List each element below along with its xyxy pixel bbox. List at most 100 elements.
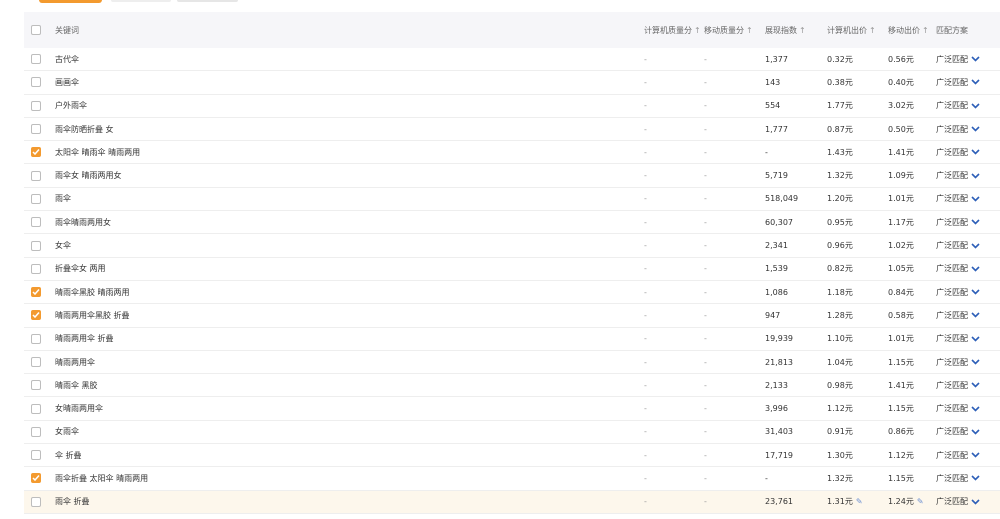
match-dropdown[interactable]: 广泛匹配 <box>936 188 980 210</box>
match-label: 广泛匹配 <box>936 77 968 87</box>
row-checkbox[interactable] <box>31 147 41 158</box>
match-label: 广泛匹配 <box>936 54 968 64</box>
match-dropdown[interactable]: 广泛匹配 <box>936 328 980 350</box>
match-dropdown[interactable]: 广泛匹配 <box>936 304 980 326</box>
match-dropdown[interactable]: 广泛匹配 <box>936 491 980 513</box>
pencil-icon[interactable]: ✎ <box>917 497 924 506</box>
arrow-up-icon[interactable]: ↑ <box>746 26 753 35</box>
header-mobile-bid[interactable]: 移动出价 ↑ <box>888 12 929 48</box>
select-all-checkbox[interactable] <box>31 25 41 35</box>
chevron-down-icon[interactable] <box>971 79 980 86</box>
match-dropdown[interactable]: 广泛匹配 <box>936 48 980 70</box>
keyword-cell: 雨伞 折叠 <box>55 497 90 507</box>
chevron-down-icon[interactable] <box>971 475 980 482</box>
keyword-cell: 雨伞防晒折叠 女 <box>55 124 114 134</box>
match-dropdown[interactable]: 广泛匹配 <box>936 397 980 419</box>
pc-bid-value: 1.32元 <box>827 171 853 181</box>
chevron-down-icon[interactable] <box>971 382 980 388</box>
mobile-quality-cell: - <box>704 310 707 320</box>
match-dropdown[interactable]: 广泛匹配 <box>936 444 980 466</box>
match-dropdown[interactable]: 广泛匹配 <box>936 164 980 186</box>
row-checkbox[interactable] <box>31 403 41 414</box>
header-keyword: 关键词 <box>55 25 79 35</box>
row-checkbox[interactable] <box>31 496 41 507</box>
chevron-down-icon[interactable] <box>971 126 980 132</box>
table-row: 晴雨两用伞 折叠 - - 19,939 1.10元 1.01元 广泛匹配 <box>24 328 1000 351</box>
pencil-icon[interactable]: ✎ <box>856 497 863 506</box>
row-checkbox[interactable] <box>31 450 41 461</box>
mobile-bid-cell: 0.84元 <box>888 281 914 303</box>
chevron-down-icon[interactable] <box>971 406 980 412</box>
chevron-down-icon[interactable] <box>971 499 980 505</box>
chevron-down-icon[interactable] <box>971 289 980 295</box>
chevron-down-icon[interactable] <box>971 266 980 272</box>
row-checkbox[interactable] <box>31 263 41 274</box>
chevron-down-icon[interactable] <box>971 196 980 202</box>
match-dropdown[interactable]: 广泛匹配 <box>936 374 980 396</box>
match-dropdown[interactable]: 广泛匹配 <box>936 234 980 256</box>
mobile-quality-cell: - <box>704 380 707 390</box>
pc-quality-cell: - <box>644 473 647 483</box>
impressions-cell: 60,307 <box>765 217 793 227</box>
mobile-bid-cell: 1.17元 <box>888 211 914 233</box>
chevron-down-icon[interactable] <box>971 359 980 365</box>
row-checkbox[interactable] <box>31 170 41 181</box>
mobile-bid-cell[interactable]: 1.24元 ✎ <box>888 491 924 513</box>
header-pc-bid[interactable]: 计算机出价 ↑ <box>827 12 876 48</box>
row-checkbox[interactable] <box>31 310 41 321</box>
chevron-down-icon[interactable] <box>971 312 980 319</box>
arrow-up-icon[interactable]: ↑ <box>922 26 929 35</box>
arrow-up-icon[interactable]: ↑ <box>869 26 876 35</box>
row-checkbox[interactable] <box>31 333 41 344</box>
impressions-cell: 21,813 <box>765 357 793 367</box>
header-mobile-quality[interactable]: 移动质量分 ↑ <box>704 12 753 48</box>
match-dropdown[interactable]: 广泛匹配 <box>936 281 980 303</box>
row-checkbox[interactable] <box>31 240 41 251</box>
chevron-down-icon[interactable] <box>971 219 980 225</box>
row-checkbox[interactable] <box>31 217 41 228</box>
match-dropdown[interactable]: 广泛匹配 <box>936 421 980 443</box>
chevron-down-icon[interactable] <box>971 429 980 435</box>
chevron-down-icon[interactable] <box>971 173 980 179</box>
row-checkbox[interactable] <box>31 357 41 367</box>
arrow-up-icon[interactable]: ↑ <box>799 26 806 35</box>
chevron-down-icon[interactable] <box>971 103 980 109</box>
chevron-down-icon[interactable] <box>971 149 980 155</box>
row-checkbox[interactable] <box>31 380 41 391</box>
match-dropdown[interactable]: 广泛匹配 <box>936 141 980 163</box>
chevron-down-icon[interactable] <box>971 56 980 62</box>
match-dropdown[interactable]: 广泛匹配 <box>936 71 980 93</box>
arrow-up-icon[interactable]: ↑ <box>694 26 701 35</box>
tertiary-action-button[interactable] <box>177 0 238 2</box>
pc-bid-value: 0.91元 <box>827 427 853 437</box>
row-checkbox[interactable] <box>31 54 41 65</box>
row-checkbox[interactable] <box>31 77 41 88</box>
row-checkbox[interactable] <box>31 100 41 111</box>
match-dropdown[interactable]: 广泛匹配 <box>936 258 980 280</box>
secondary-action-button[interactable] <box>111 0 171 2</box>
pc-bid-value: 1.20元 <box>827 194 853 204</box>
primary-action-button[interactable] <box>39 0 102 3</box>
pc-bid-cell[interactable]: 1.31元 ✎ <box>827 491 863 513</box>
match-dropdown[interactable]: 广泛匹配 <box>936 351 980 373</box>
row-checkbox[interactable] <box>31 193 41 204</box>
table-row: 雨伞 折叠 - -23,761 1.31元 ✎ 1.24元 ✎ 广泛匹配 <box>24 490 1000 514</box>
row-checkbox[interactable] <box>31 473 41 484</box>
pc-quality-cell: - <box>644 427 647 437</box>
row-checkbox[interactable] <box>31 124 41 135</box>
match-dropdown[interactable]: 广泛匹配 <box>936 211 980 233</box>
row-checkbox[interactable] <box>31 426 41 437</box>
match-dropdown[interactable]: 广泛匹配 <box>936 95 980 117</box>
chevron-down-icon[interactable] <box>971 452 980 458</box>
chevron-down-icon[interactable] <box>971 336 980 342</box>
impressions-cell: 518,049 <box>765 194 799 204</box>
match-dropdown[interactable]: 广泛匹配 <box>936 467 980 489</box>
match-dropdown[interactable]: 广泛匹配 <box>936 118 980 140</box>
row-check-cell <box>24 95 48 117</box>
row-checkbox[interactable] <box>31 287 41 298</box>
pc-quality-cell: - <box>644 124 647 134</box>
chevron-down-icon[interactable] <box>971 242 980 249</box>
header-pc-quality[interactable]: 计算机质量分 ↑ <box>644 12 701 48</box>
header-impressions[interactable]: 展现指数 ↑ <box>765 12 806 48</box>
keyword-cell: 雨伞折叠 太阳伞 晴雨两用 <box>55 473 149 483</box>
